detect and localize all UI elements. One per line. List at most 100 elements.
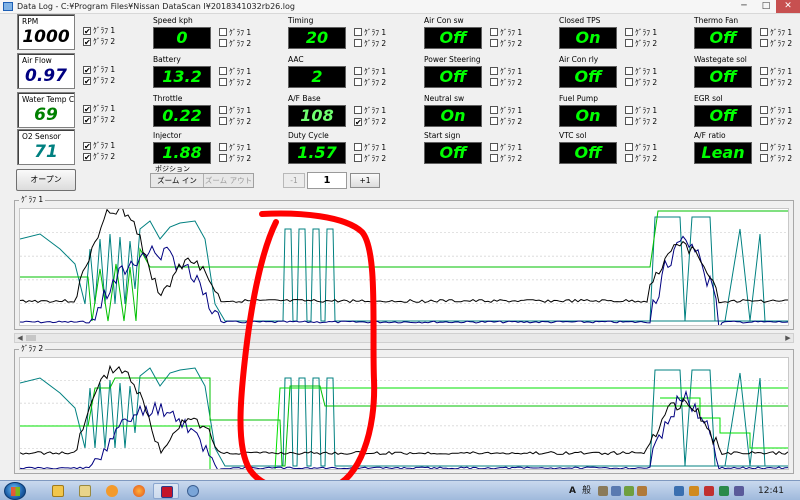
checkbox-box[interactable]: ✔ — [83, 116, 91, 125]
graph2-checkbox[interactable]: ｸﾞﾗﾌ 2 — [354, 154, 386, 164]
checkbox-box[interactable] — [490, 78, 498, 86]
checkbox-box[interactable] — [625, 143, 633, 151]
checkbox-box[interactable]: ✔ — [83, 77, 91, 86]
graph2-checkbox[interactable]: ✔ ｸﾞﾗﾌ 2 — [354, 117, 386, 127]
checkbox-box[interactable] — [490, 67, 498, 75]
ime-indicator[interactable]: 般 — [582, 484, 591, 498]
graph1-checkbox[interactable]: ｸﾞﾗﾌ 1 — [625, 28, 657, 38]
checkbox-box[interactable]: ✔ — [83, 38, 91, 47]
start-button[interactable] — [4, 482, 26, 500]
checkbox-box[interactable]: ✔ — [83, 142, 91, 151]
checkbox-box[interactable] — [490, 154, 498, 162]
language-indicator[interactable]: A — [569, 484, 576, 498]
graph1-checkbox[interactable]: ｸﾞﾗﾌ 1 — [760, 143, 792, 153]
graph2-checkbox[interactable]: ｸﾞﾗﾌ 2 — [760, 78, 792, 88]
checkbox-box[interactable] — [219, 154, 227, 162]
checkbox-box[interactable] — [490, 28, 498, 36]
checkbox-box[interactable]: ✔ — [354, 118, 362, 127]
shockwave-taskbar-icon[interactable] — [180, 483, 206, 499]
checkbox-box[interactable] — [625, 78, 633, 86]
graph1-checkbox[interactable]: ✔ ｸﾞﾗﾌ 1 — [83, 141, 115, 151]
volume-icon[interactable] — [734, 486, 744, 496]
graph2-checkbox[interactable]: ✔ ｸﾞﾗﾌ 2 — [83, 37, 115, 47]
explorer-taskbar-icon[interactable] — [45, 483, 71, 499]
graph2-checkbox[interactable]: ｸﾞﾗﾌ 2 — [760, 154, 792, 164]
ime-pad-icon[interactable] — [598, 486, 608, 496]
maximize-button[interactable]: □ — [756, 0, 776, 13]
checkbox-box[interactable] — [354, 67, 362, 75]
checkbox-box[interactable] — [219, 39, 227, 47]
graph1-checkbox[interactable]: ｸﾞﾗﾌ 1 — [354, 67, 386, 77]
checkbox-box[interactable] — [354, 106, 362, 114]
checkbox-box[interactable] — [490, 117, 498, 125]
graph1-checkbox[interactable]: ｸﾞﾗﾌ 1 — [219, 106, 251, 116]
graph2-checkbox[interactable]: ｸﾞﾗﾌ 2 — [760, 39, 792, 49]
checkbox-box[interactable] — [625, 106, 633, 114]
checkbox-box[interactable] — [490, 39, 498, 47]
ime-tool-icon[interactable] — [611, 486, 621, 496]
graph2-checkbox[interactable]: ｸﾞﾗﾌ 2 — [760, 117, 792, 127]
graph2-checkbox[interactable]: ｸﾞﾗﾌ 2 — [625, 117, 657, 127]
checkbox-box[interactable] — [354, 143, 362, 151]
graph2-checkbox[interactable]: ｸﾞﾗﾌ 2 — [625, 154, 657, 164]
graph2-checkbox[interactable]: ｸﾞﾗﾌ 2 — [219, 78, 251, 88]
graph1-checkbox[interactable]: ｸﾞﾗﾌ 1 — [219, 67, 251, 77]
graph2-checkbox[interactable]: ｸﾞﾗﾌ 2 — [625, 39, 657, 49]
graph2-checkbox[interactable]: ✔ ｸﾞﾗﾌ 2 — [83, 152, 115, 162]
checkbox-box[interactable] — [219, 143, 227, 151]
checkbox-box[interactable] — [760, 67, 768, 75]
graph2-checkbox[interactable]: ｸﾞﾗﾌ 2 — [625, 78, 657, 88]
scroll-left-arrow-icon[interactable]: ◀ — [15, 334, 25, 342]
graph2-checkbox[interactable]: ｸﾞﾗﾌ 2 — [219, 117, 251, 127]
graph1-checkbox[interactable]: ｸﾞﾗﾌ 1 — [490, 106, 522, 116]
zoom-out-button[interactable]: ズーム アウト — [203, 174, 253, 187]
checkbox-box[interactable]: ✔ — [83, 153, 91, 162]
checkbox-box[interactable] — [219, 117, 227, 125]
checkbox-box[interactable] — [490, 143, 498, 151]
graph2-checkbox[interactable]: ｸﾞﾗﾌ 2 — [219, 39, 251, 49]
checkbox-box[interactable] — [760, 78, 768, 86]
checkbox-box[interactable] — [625, 117, 633, 125]
checkbox-box[interactable] — [625, 28, 633, 36]
graph2-checkbox[interactable]: ｸﾞﾗﾌ 2 — [490, 154, 522, 164]
checkbox-box[interactable]: ✔ — [83, 66, 91, 75]
graph1-checkbox[interactable]: ｸﾞﾗﾌ 1 — [354, 143, 386, 153]
graph1-checkbox[interactable]: ｸﾞﾗﾌ 1 — [760, 28, 792, 38]
graph1-checkbox[interactable]: ｸﾞﾗﾌ 1 — [625, 143, 657, 153]
graph2-checkbox[interactable]: ｸﾞﾗﾌ 2 — [490, 117, 522, 127]
folder-taskbar-icon[interactable] — [72, 483, 98, 499]
graph1-checkbox[interactable]: ｸﾞﾗﾌ 1 — [219, 143, 251, 153]
close-button[interactable]: ✕ — [776, 0, 800, 13]
checkbox-box[interactable] — [760, 117, 768, 125]
checkbox-box[interactable] — [354, 28, 362, 36]
checkbox-box[interactable] — [625, 39, 633, 47]
graph1-checkbox[interactable]: ｸﾞﾗﾌ 1 — [354, 28, 386, 38]
graph1-checkbox[interactable]: ✔ ｸﾞﾗﾌ 1 — [83, 104, 115, 114]
checkbox-box[interactable] — [219, 106, 227, 114]
checkbox-box[interactable] — [760, 39, 768, 47]
checkbox-box[interactable]: ✔ — [83, 27, 91, 36]
checkbox-box[interactable] — [490, 106, 498, 114]
checkbox-box[interactable] — [625, 67, 633, 75]
open-button[interactable]: オープン — [16, 169, 76, 191]
graph2-checkbox[interactable]: ｸﾞﾗﾌ 2 — [354, 78, 386, 88]
firefox-taskbar-icon[interactable] — [126, 483, 152, 499]
network-icon[interactable] — [674, 486, 684, 496]
graph1-checkbox[interactable]: ｸﾞﾗﾌ 1 — [490, 67, 522, 77]
checkbox-box[interactable] — [219, 67, 227, 75]
graph1-checkbox[interactable]: ｸﾞﾗﾌ 1 — [760, 106, 792, 116]
checkbox-box[interactable] — [760, 106, 768, 114]
graph1-checkbox[interactable]: ✔ ｸﾞﾗﾌ 1 — [83, 65, 115, 75]
checkbox-box[interactable] — [219, 78, 227, 86]
checkbox-box[interactable] — [354, 154, 362, 162]
page-number-field[interactable]: 1 — [307, 172, 347, 189]
next-page-button[interactable]: +1 — [350, 173, 380, 188]
checkbox-box[interactable] — [354, 39, 362, 47]
graph1-checkbox[interactable]: ｸﾞﾗﾌ 1 — [490, 28, 522, 38]
ime-dict-icon[interactable] — [624, 486, 634, 496]
checkbox-box[interactable]: ✔ — [83, 105, 91, 114]
checkbox-box[interactable] — [760, 154, 768, 162]
graph2-checkbox[interactable]: ｸﾞﾗﾌ 2 — [354, 39, 386, 49]
checkbox-box[interactable] — [760, 28, 768, 36]
security-icon[interactable] — [704, 486, 714, 496]
